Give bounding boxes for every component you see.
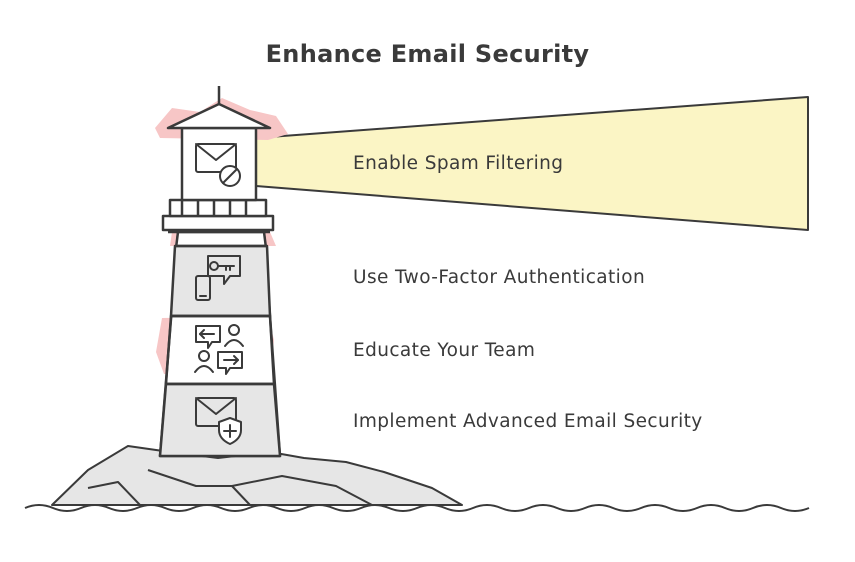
step-educate-team: Educate Your Team: [353, 340, 536, 361]
lighthouse-gallery: [161, 198, 275, 234]
step-advanced-email-security: Implement Advanced Email Security: [353, 411, 703, 432]
step-two-factor-authentication: Use Two-Factor Authentication: [353, 267, 646, 288]
step-enable-spam-filtering: Enable Spam Filtering: [353, 153, 564, 174]
